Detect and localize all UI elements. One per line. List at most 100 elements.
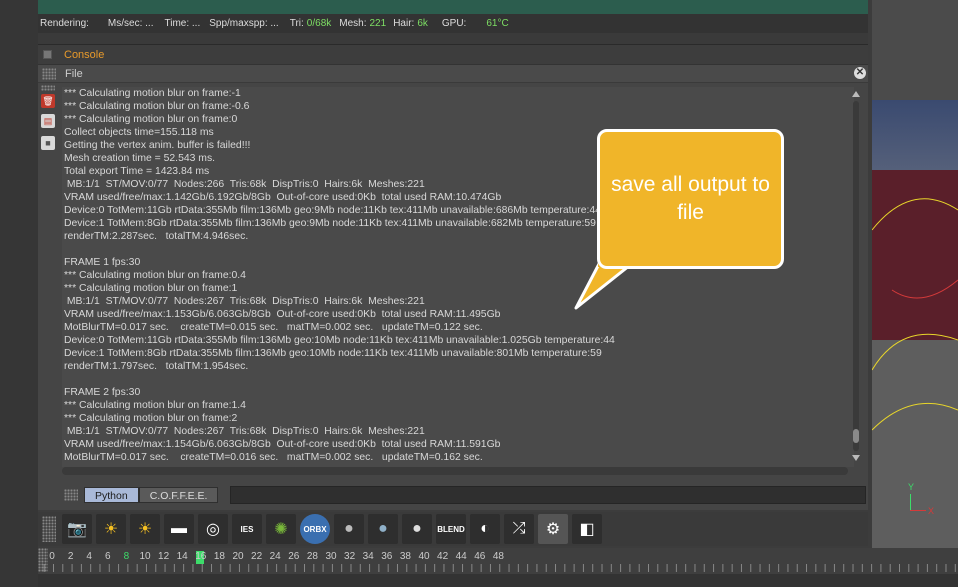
area-light-icon[interactable]: ▬ (164, 514, 194, 544)
axis-x-line (910, 510, 926, 511)
viewport-splines (872, 198, 958, 431)
glass-sphere-icon[interactable]: ● (368, 514, 398, 544)
timeline-tick-label: 10 (139, 551, 151, 562)
console-header: Console (38, 45, 868, 65)
grip-handle-icon[interactable] (42, 516, 56, 542)
render-preview-strip (38, 0, 868, 14)
save-to-file-icon[interactable]: ▤ (41, 114, 55, 128)
timeline-tick-label: 6 (105, 551, 111, 562)
log-line: VRAM used/free/max:1.153Gb/6.063Gb/8Gb O… (64, 309, 501, 320)
panel-toggle-icon[interactable] (43, 50, 52, 59)
tab-python[interactable]: Python (83, 487, 139, 503)
timeline-tick-label: 4 (86, 551, 92, 562)
callout-tail (574, 262, 636, 310)
log-line: MB:1/1 ST/MOV:0/77 Nodes:267 Tris:68k Di… (64, 426, 425, 437)
log-line: renderTM:1.797sec. totalTM:1.954sec. (64, 361, 249, 372)
material-sphere-icon[interactable]: ● (334, 514, 364, 544)
status-gpu-label: GPU: (441, 18, 467, 29)
log-line: *** Calculating motion blur on frame:0 (64, 114, 238, 125)
log-line: Device:0 TotMem:11Gb rtData:355Mb film:1… (64, 335, 615, 346)
timeline-tick-label: 18 (213, 551, 225, 562)
grip-handle-icon[interactable] (42, 67, 56, 80)
scroll-up-icon[interactable] (852, 91, 860, 97)
status-time: Time: ... (164, 18, 201, 29)
status-gpu-temp: 61°C (486, 18, 509, 29)
timeline-tick-label: 20 (232, 551, 244, 562)
timeline-tick-label: 32 (344, 551, 356, 562)
sun-light-icon[interactable]: ☀ (96, 514, 126, 544)
camera-icon[interactable]: 📷 (62, 514, 92, 544)
metal-sphere-icon[interactable]: ● (402, 514, 432, 544)
trash-icon[interactable]: 🗑 (41, 94, 55, 108)
console-side-tools: 🗑 ▤ ■ (38, 83, 60, 503)
horizontal-scrollbar[interactable] (62, 467, 848, 475)
timeline-tick-label: 0 (49, 551, 55, 562)
timeline-tick-label: 8 (123, 551, 130, 562)
grip-handle-icon[interactable] (41, 85, 55, 91)
render-status-bar: Rendering: Ms/sec: ... Time: ... Spp/max… (38, 14, 868, 33)
console-panel: Console File ✕ 🗑 ▤ ■ *** Calculating mot… (38, 45, 868, 510)
settings-gear-icon[interactable]: ⚙ (538, 514, 568, 544)
log-line: *** Calculating motion blur on frame:0.4 (64, 270, 246, 281)
shuffle-icon[interactable]: ⤮ (504, 514, 534, 544)
timeline-tick-label: 2 (67, 551, 74, 562)
callout-bubble: save all output to file (597, 129, 784, 269)
status-rendering-label: Rendering: (40, 18, 89, 29)
timeline-tick-label: 34 (362, 551, 374, 562)
timeline-tick-label: 26 (288, 551, 300, 562)
console-input-row: Python C.O.F.F.E.E. (62, 485, 866, 505)
log-line: Device:1 TotMem:8Gb rtData:355Mb film:13… (64, 348, 602, 359)
panel-separator (38, 33, 868, 45)
clear-icon[interactable]: ■ (41, 136, 55, 150)
axis-y-line (910, 494, 911, 510)
panel-icon[interactable]: ◧ (572, 514, 602, 544)
timeline-tick-label: 16 (195, 551, 207, 562)
gear-texture-icon[interactable]: ✺ (266, 514, 296, 544)
left-panel-strip (0, 0, 38, 587)
axis-x-label: X (928, 506, 935, 516)
scroll-down-icon[interactable] (852, 455, 860, 461)
callout-text: save all output to file (611, 173, 770, 224)
close-icon[interactable]: ✕ (854, 67, 866, 79)
status-hair-value: 6k (417, 18, 428, 29)
3d-viewport[interactable]: Y X (872, 0, 958, 548)
axis-y-label: Y (908, 482, 915, 492)
vertical-scrollbar[interactable] (850, 89, 862, 463)
console-title: Console (64, 48, 105, 61)
log-line: *** Calculating motion blur on frame:-1 (64, 88, 241, 99)
timeline-tick-label: 48 (492, 551, 504, 562)
timeline-tick-label: 44 (455, 551, 467, 562)
log-line: MotBlurTM=0.017 sec. createTM=0.015 sec.… (64, 322, 483, 333)
timeline-tick-label: 40 (418, 551, 430, 562)
log-line: *** Calculating motion blur on frame:1 (64, 283, 238, 294)
file-menu[interactable]: File (65, 68, 83, 80)
tab-coffee[interactable]: C.O.F.F.E.E. (138, 487, 219, 503)
grip-handle-icon[interactable] (64, 489, 78, 501)
target-icon[interactable]: ◎ (198, 514, 228, 544)
ies-light-icon[interactable]: IES (232, 514, 262, 544)
orbx-icon[interactable]: ORBX (300, 514, 330, 544)
scroll-track[interactable] (853, 101, 859, 451)
scroll-thumb[interactable] (853, 429, 859, 443)
command-input[interactable] (230, 486, 866, 504)
log-line: VRAM used/free/max:1.154Gb/6.063Gb/8Gb O… (64, 439, 501, 450)
timeline-ruler[interactable] (38, 564, 958, 572)
blend-material-icon[interactable]: BLEND (436, 514, 466, 544)
log-line: *** Calculating motion blur on frame:-0.… (64, 101, 250, 112)
log-line: MotBlurTM=0.017 sec. createTM=0.016 sec.… (64, 452, 483, 463)
timeline-tick-label: 28 (306, 551, 318, 562)
timeline-tick-label: 24 (269, 551, 281, 562)
log-line: *** Calculating motion blur on frame:1.4 (64, 400, 246, 411)
viewport-sky (872, 100, 958, 170)
timeline-tick-label: 14 (176, 551, 188, 562)
log-line: *** Calculating motion blur on frame:2 (64, 413, 238, 424)
timeline-tick-label: 22 (251, 551, 263, 562)
timeline[interactable]: 0 2 4 6 8 10 12 14 16 18 20 22 24 26 28 30 32 34 36 38 40 42 4… (38, 548, 958, 587)
log-line: MB:1/1 ST/MOV:0/77 Nodes:267 Tris:68k Di… (64, 296, 425, 307)
timeline-track (38, 574, 958, 587)
log-line: FRAME 2 fps:30 (64, 387, 141, 398)
sun-light-icon[interactable]: ☀ (130, 514, 160, 544)
status-hair-label: Hair: (393, 18, 415, 29)
mix-material-icon[interactable]: ◐ (470, 514, 500, 544)
